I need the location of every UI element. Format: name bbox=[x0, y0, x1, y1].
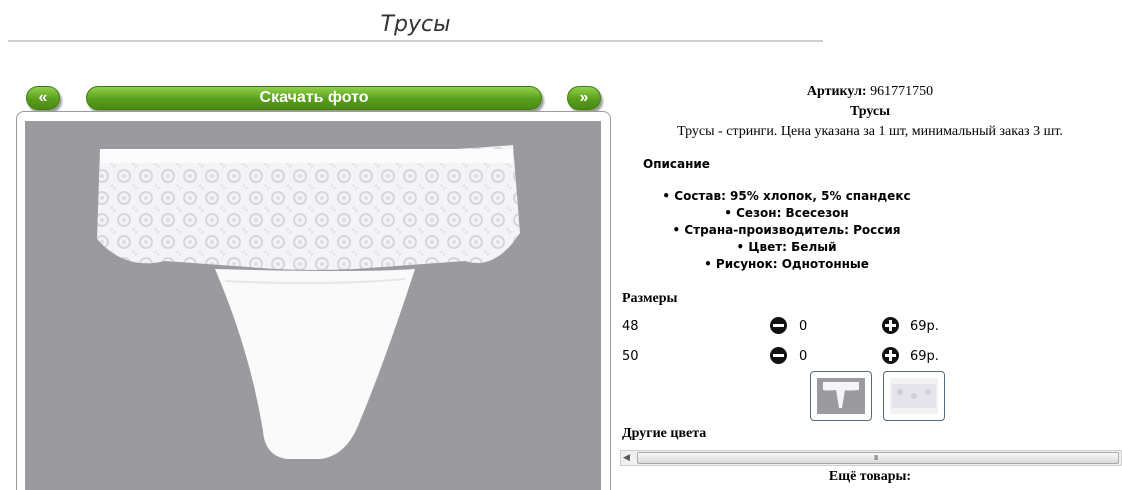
size-row: 48 0 69р. bbox=[622, 317, 1022, 337]
property-item: Рисунок: Однотонные bbox=[618, 256, 955, 273]
photo-thumbnail-1[interactable] bbox=[810, 371, 872, 421]
quantity-value: 0 bbox=[799, 349, 808, 364]
minus-icon[interactable] bbox=[770, 347, 787, 364]
properties-list: Состав: 95% хлопок, 5% спандекс Сезон: В… bbox=[618, 188, 955, 273]
prev-photo-button[interactable]: « bbox=[26, 86, 60, 110]
thumbnail-image bbox=[817, 378, 865, 414]
thumbnail-product-image bbox=[823, 382, 859, 408]
property-item: Страна-производитель: Россия bbox=[618, 222, 955, 239]
product-name: Трусы bbox=[849, 104, 891, 119]
article-label: Артикул: bbox=[806, 84, 867, 99]
size-value: 48 bbox=[622, 319, 639, 334]
other-colors-heading: Другие цвета bbox=[622, 426, 707, 441]
property-item: Сезон: Всесезон bbox=[618, 205, 955, 222]
page-title: Трусы bbox=[8, 10, 823, 42]
product-image bbox=[97, 145, 520, 459]
size-row: 50 0 69р. bbox=[622, 347, 1022, 367]
minus-icon[interactable] bbox=[770, 317, 787, 334]
download-photo-button[interactable]: Скачать фото bbox=[86, 86, 542, 110]
description-heading: Описание bbox=[643, 157, 710, 171]
scroll-left-icon[interactable]: ◀ bbox=[623, 451, 630, 465]
scrollbar-thumb[interactable]: III bbox=[637, 452, 1119, 464]
photo-thumbnail-2[interactable] bbox=[883, 371, 945, 421]
size-value: 50 bbox=[622, 349, 639, 364]
thumbnail-image bbox=[890, 378, 938, 414]
article-value: 961771750 bbox=[870, 84, 934, 99]
article-line: Артикул: 961771750 bbox=[618, 84, 1122, 100]
scrollbar-grip: III bbox=[874, 454, 878, 462]
price-value: 69р. bbox=[910, 349, 939, 364]
product-photo[interactable] bbox=[25, 121, 601, 490]
other-colors-scrollbar[interactable]: ◀ III bbox=[620, 450, 1122, 466]
thumbnail-lace-image bbox=[892, 384, 936, 408]
next-photo-button[interactable]: » bbox=[567, 86, 601, 110]
quantity-value: 0 bbox=[799, 319, 808, 334]
price-value: 69р. bbox=[910, 319, 939, 334]
sizes-heading: Размеры bbox=[622, 291, 678, 306]
plus-icon[interactable] bbox=[882, 317, 899, 334]
product-short-description: Трусы - стринги. Цена указана за 1 шт, м… bbox=[677, 124, 1063, 139]
plus-icon[interactable] bbox=[882, 347, 899, 364]
more-goods-heading: Ещё товары: bbox=[828, 469, 912, 484]
property-item: Состав: 95% хлопок, 5% спандекс bbox=[618, 188, 955, 205]
property-item: Цвет: Белый bbox=[618, 239, 955, 256]
